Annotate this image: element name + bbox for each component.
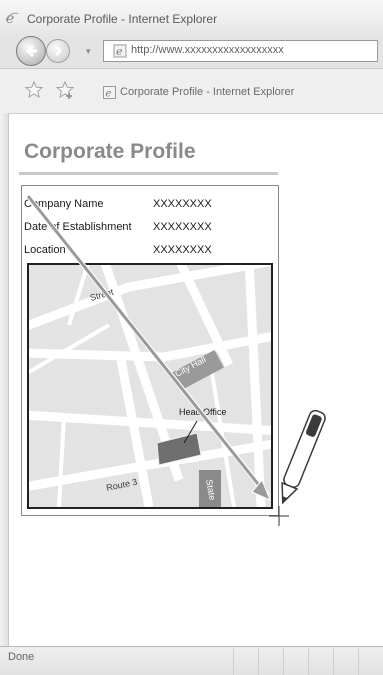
- annotation-overlay: [26, 194, 326, 526]
- status-divider: [358, 646, 359, 675]
- status-text: Done: [8, 651, 35, 663]
- status-divider: [258, 646, 259, 675]
- drag-arrow-line: [26, 195, 268, 495]
- crosshair-cursor-icon: [269, 506, 289, 526]
- status-divider: [283, 646, 284, 675]
- status-bar: [0, 646, 383, 675]
- pen-icon: [281, 409, 326, 505]
- status-divider: [333, 646, 334, 675]
- status-divider: [308, 646, 309, 675]
- status-divider: [233, 646, 234, 675]
